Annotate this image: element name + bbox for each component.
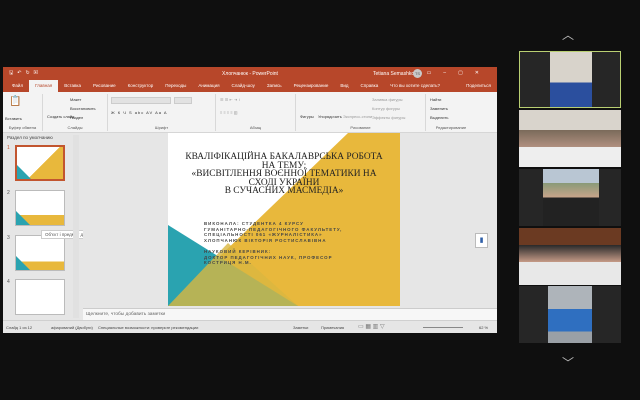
bookmark-icon[interactable]: ▮	[475, 233, 488, 248]
slides-group: Создать слайд Макет Восстановить Раздел …	[43, 94, 108, 131]
slide-thumbnail-4[interactable]	[15, 279, 65, 315]
zoom-level[interactable]: 62 %	[479, 325, 488, 330]
scroll-down-icon[interactable]: ﹀	[562, 354, 574, 371]
clipboard-group: 📋 Вставить Буфер обмена	[3, 94, 43, 131]
participant-video-2[interactable]	[519, 110, 621, 167]
tab-help[interactable]: Справка	[355, 80, 385, 92]
group-label: Рисование	[350, 125, 371, 130]
slide[interactable]: КВАЛІФІКАЦІЙНА БАКАЛАВРСЬКА РОБОТА НА ТЕ…	[168, 133, 400, 306]
slide-number: 2	[7, 190, 10, 196]
group-label: Буфер обмена	[8, 125, 37, 130]
tab-home[interactable]: Главная	[29, 80, 59, 92]
notes-pane[interactable]: Щелкните, чтобы добавить заметки	[83, 308, 497, 320]
group-label: Редактирование	[435, 125, 467, 130]
tab-view[interactable]: Вид	[334, 80, 354, 92]
title-line: В СУЧАСНИХ МАСМЕДІА»	[224, 186, 344, 197]
list-buttons[interactable]: ☰ ☰ ⇤ ⇥ ↕	[220, 97, 240, 102]
replace-button[interactable]: Заменить	[430, 106, 448, 111]
slide-count: Слайд 1 из 12	[6, 325, 33, 330]
find-button[interactable]: Найти	[430, 97, 441, 102]
slide-thumbnail-1[interactable]	[15, 145, 65, 181]
slide-thumbnail-2[interactable]	[15, 190, 65, 226]
font-group: Ж К Ч S abc AV Aa A Шрифт	[108, 94, 216, 131]
group-label: Слайды	[67, 125, 83, 130]
slide-number: 4	[7, 279, 10, 285]
slide-thumbnails-pane: Раздел по умолчанию 1 2 3 4 Об'єкт і пре…	[3, 133, 112, 320]
align-buttons[interactable]: ≡ ≡ ≡ ≡ ▥	[220, 110, 238, 115]
slide-editor: КВАЛІФІКАЦІЙНА БАКАЛАВРСЬКА РОБОТА НА ТЕ…	[83, 133, 497, 308]
font-name-select[interactable]	[111, 97, 171, 104]
participant-video-1[interactable]	[519, 51, 621, 108]
view-buttons[interactable]: ▭ ▦ ▥ ▽	[358, 323, 385, 330]
tab-animations[interactable]: Анимация	[192, 80, 225, 92]
slide-title: КВАЛІФІКАЦІЙНА БАКАЛАВРСЬКА РОБОТА НА ТЕ…	[168, 153, 400, 196]
select-button[interactable]: Выделить	[430, 115, 448, 120]
slide-number: 3	[7, 235, 10, 241]
supervisor-line: КОСТРИЦЯ Н.М.	[204, 260, 252, 266]
user-name[interactable]: Tetiana Semashko	[373, 71, 414, 77]
editing-group: Найти Заменить Выделить Редактирование	[426, 94, 476, 131]
tab-design[interactable]: Конструктор	[122, 80, 160, 92]
ribbon-tabs: Файл Главная Вставка Рисование Конструкт…	[3, 80, 497, 92]
reset-button[interactable]: Восстановить	[70, 106, 96, 111]
slide-thumbnail-3[interactable]	[15, 235, 65, 271]
participant-video-5[interactable]	[519, 286, 621, 343]
powerpoint-window: 🖫↶↻▣ Хлопчанюк - PowerPoint Tetiana Sema…	[3, 67, 497, 333]
comments-button[interactable]: Примечания	[321, 325, 344, 330]
tab-record[interactable]: Запись	[261, 80, 288, 92]
theme-name: афарований (Двобуги)	[51, 325, 93, 330]
tab-review[interactable]: Рецензирование	[288, 80, 335, 92]
paragraph-group: ☰ ☰ ⇤ ⇥ ↕ ≡ ≡ ≡ ≡ ▥ Абзац	[216, 94, 296, 131]
title-bar: 🖫↶↻▣ Хлопчанюк - PowerPoint Tetiana Sema…	[3, 67, 497, 80]
quick-styles-button[interactable]: Экспресс-стили	[343, 114, 372, 119]
thumbnails-scrollbar[interactable]	[73, 135, 79, 318]
window-controls[interactable]: ▭–▢✕	[427, 70, 491, 76]
ribbon: 📋 Вставить Буфер обмена Создать слайд Ма…	[3, 92, 497, 133]
shape-fill-button[interactable]: Заливка фигуры	[372, 97, 403, 102]
shapes-button[interactable]: Фигуры	[300, 114, 314, 119]
author-line: ХЛОПЧАНЮК ВІКТОРІЯ РОСТИСЛАВІВНА	[204, 238, 327, 244]
tab-insert[interactable]: Вставка	[58, 80, 87, 92]
section-label[interactable]: Раздел по умолчанию	[7, 135, 53, 140]
avatar[interactable]: TS	[413, 69, 422, 78]
status-bar: Слайд 1 из 12 афарований (Двобуги) Специ…	[3, 320, 497, 333]
drawing-group: Фигуры Упорядочить Экспресс-стили Заливк…	[296, 94, 426, 131]
paste-icon: 📋	[9, 96, 22, 107]
layout-button[interactable]: Макет	[70, 97, 81, 102]
group-label: Шрифт	[154, 125, 169, 130]
font-format-buttons[interactable]: Ж К Ч S abc AV Aa A	[111, 110, 168, 115]
arrange-button[interactable]: Упорядочить	[318, 114, 342, 119]
scroll-up-icon[interactable]: ︿	[562, 26, 574, 43]
tab-slideshow[interactable]: Слайд-шоу	[226, 80, 261, 92]
tab-transitions[interactable]: Переходы	[159, 80, 192, 92]
shape-outline-button[interactable]: Контур фигуры	[372, 106, 400, 111]
font-size-select[interactable]	[174, 97, 192, 104]
section-button[interactable]: Раздел	[70, 115, 83, 120]
tell-me-search[interactable]: Что вы хотите сделать?	[384, 80, 446, 92]
accessibility-check[interactable]: Специальные возможности: проверьте реком…	[98, 325, 198, 330]
zoom-slider[interactable]	[423, 327, 463, 328]
shape-effects-button[interactable]: Эффекты фигуры	[372, 115, 405, 120]
paste-button[interactable]: Вставить	[5, 116, 22, 121]
share-button[interactable]: Поделиться	[460, 80, 497, 92]
group-label: Абзац	[249, 125, 262, 130]
tab-file[interactable]: Файл	[6, 80, 29, 92]
tab-draw[interactable]: Рисование	[87, 80, 122, 92]
participant-video-3[interactable]	[519, 169, 621, 226]
notes-button[interactable]: Заметки	[293, 325, 308, 330]
slide-number: 1	[7, 145, 10, 151]
participant-video-4[interactable]	[519, 228, 621, 285]
slide-subtitle: ВИКОНАЛА: СТУДЕНТКА 4 КУРСУ ГУМАНІТАРНО-…	[204, 221, 342, 266]
window-title: Хлопчанюк - PowerPoint	[222, 71, 278, 77]
